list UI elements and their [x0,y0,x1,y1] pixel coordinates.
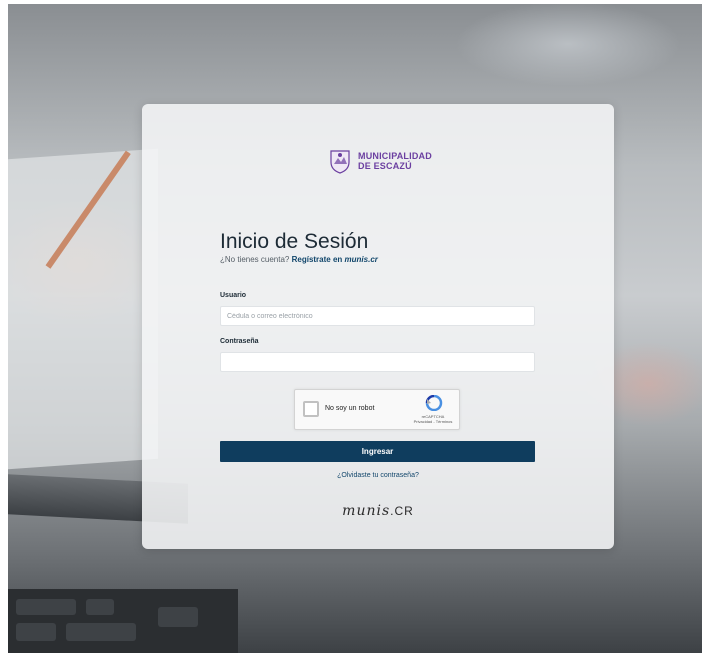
munis-footer-logo: munis.CR [142,503,614,519]
login-card: MUNICIPALIDAD DE ESCAZÚ Inicio de Sesión… [142,104,614,549]
recaptcha-links[interactable]: Privacidad - Términos [407,419,459,424]
register-link-text: Regístrate en [291,255,343,264]
recaptcha-label: No soy un robot [325,405,375,412]
register-link[interactable]: Regístrate en munis.cr [292,255,378,264]
register-prompt: ¿No tienes cuenta? Regístrate en munis.c… [220,255,378,264]
recaptcha-brand: reCAPTCHA Privacidad - Términos [407,414,459,424]
background-paper [8,148,158,470]
background-keyboard [8,589,238,653]
footer-brand-main: munis [342,503,391,519]
page-title: Inicio de Sesión [220,230,369,253]
recaptcha-icon [425,395,443,411]
logo-line-1: MUNICIPALIDAD [358,151,432,161]
user-input[interactable] [220,306,535,326]
municipality-logo: MUNICIPALIDAD DE ESCAZÚ [327,148,432,174]
password-label: Contraseña [220,338,259,345]
user-label: Usuario [220,292,247,299]
login-button[interactable]: Ingresar [220,441,535,462]
recaptcha-widget: No soy un robot reCAPTCHA Privacidad - T… [294,389,460,430]
password-input[interactable] [220,352,535,372]
logo-text: MUNICIPALIDAD DE ESCAZÚ [358,151,432,171]
forgot-password-link[interactable]: ¿Olvidaste tu contraseña? [142,472,614,479]
no-account-text: ¿No tienes cuenta? [220,255,290,264]
register-link-brand: munis.cr [344,255,378,264]
recaptcha-checkbox[interactable] [303,401,319,417]
logo-line-2: DE ESCAZÚ [358,161,412,171]
footer-brand-suffix: .CR [390,504,414,518]
municipal-seal-icon [330,150,350,174]
